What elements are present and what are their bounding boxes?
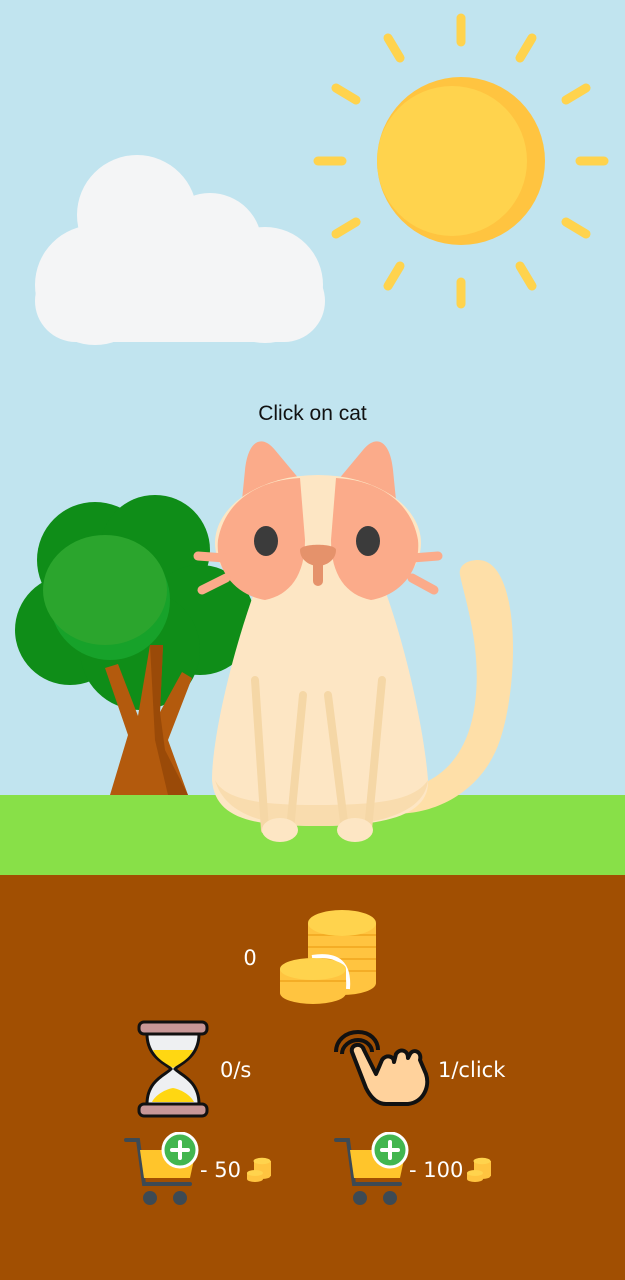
per-second-rate: 0/s: [220, 1058, 252, 1082]
cart-plus-icon: [334, 1132, 409, 1205]
coin-stack-icon: [280, 910, 376, 1004]
hourglass-icon: [137, 1020, 209, 1118]
buy-click-power-button[interactable]: - 100: [330, 1130, 500, 1210]
coin-count: 0: [243, 946, 257, 970]
cat-icon[interactable]: [193, 441, 513, 842]
cloud-icon: [35, 155, 325, 345]
buy-auto-income-button[interactable]: - 50: [120, 1130, 280, 1210]
click-power-price: - 100: [409, 1158, 464, 1182]
per-click-rate: 1/click: [438, 1058, 506, 1082]
tap-hand-icon: [334, 1030, 430, 1106]
auto-income-price: - 50: [200, 1158, 241, 1182]
sun-icon: [313, 13, 609, 309]
click-hint: Click on cat: [258, 402, 367, 425]
cart-plus-icon: [124, 1132, 199, 1205]
coin-icon: [247, 1157, 271, 1182]
coin-icon: [467, 1157, 491, 1182]
game-scene: [15, 13, 609, 842]
